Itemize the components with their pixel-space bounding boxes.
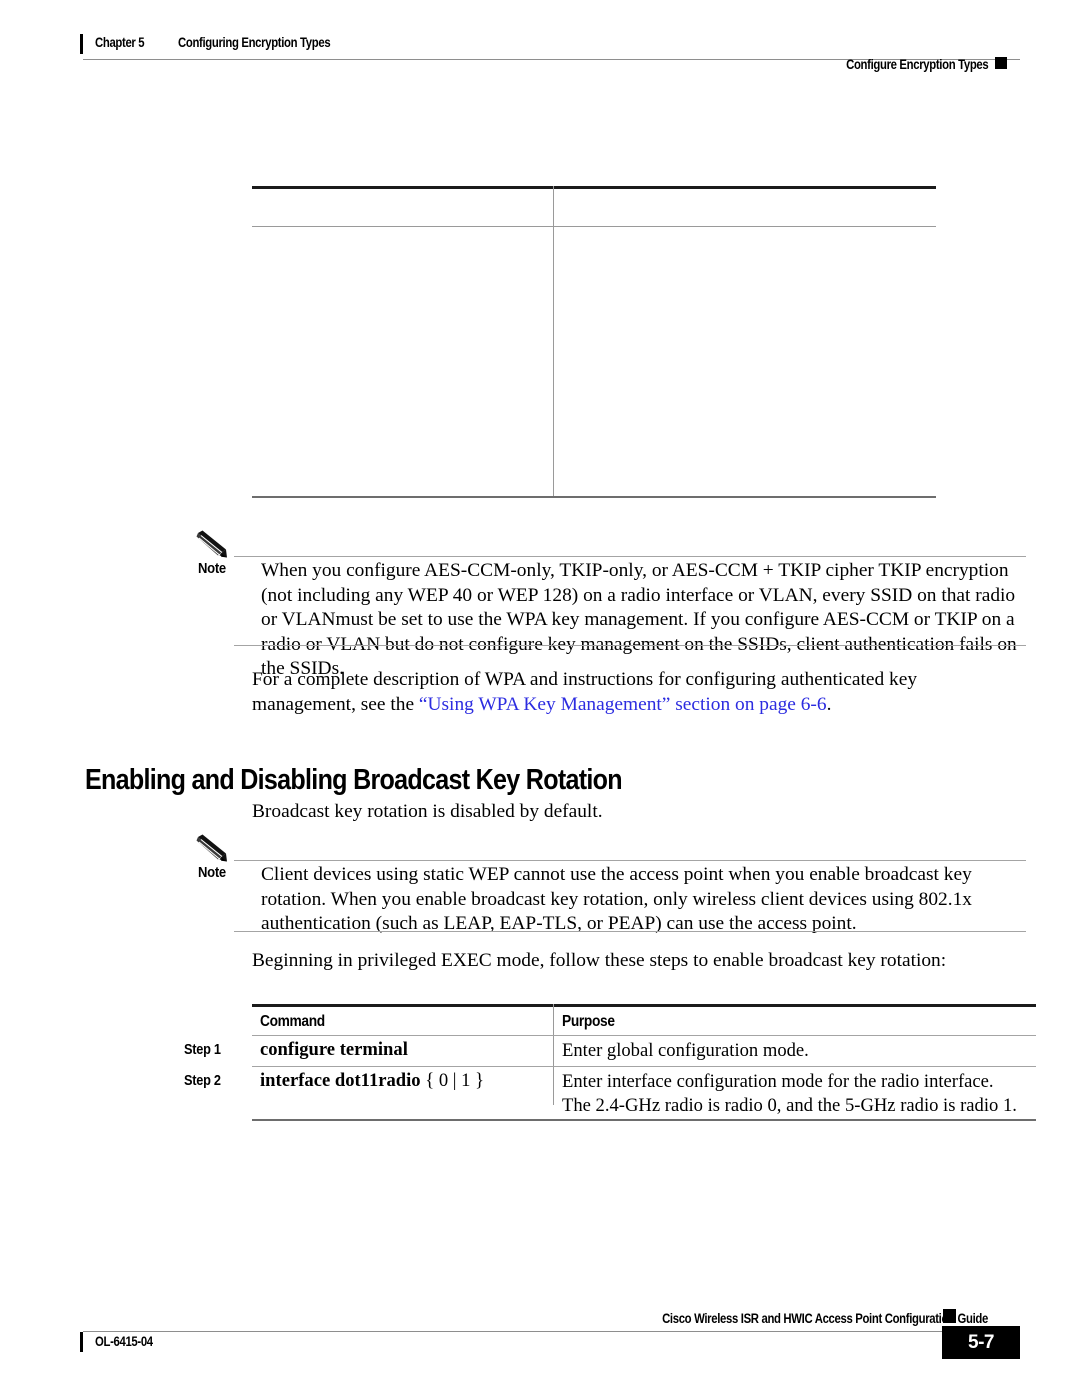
note-top-rule [234, 860, 1026, 861]
note-bottom-rule [234, 645, 1026, 646]
command-text: interface dot11radio [260, 1070, 426, 1091]
note-text: Client devices using static WEP cannot u… [261, 864, 972, 935]
header-left-tick [80, 34, 83, 54]
header-section-title: Configure Encryption Types [845, 57, 989, 72]
steps-table-bottom-rule [252, 1119, 1036, 1121]
page-header: Chapter 5 Configuring Encryption Types C… [0, 0, 1080, 86]
footer-left-tick [80, 1332, 83, 1352]
command-argument: { 0 | 1 } [425, 1070, 485, 1091]
header-chapter-label: Chapter 5 [95, 35, 145, 50]
steps-table-top-rule [252, 1004, 1036, 1007]
steps-table-row-rule [252, 1066, 1036, 1067]
note-top-rule [234, 556, 1026, 557]
broadcast-default-paragraph: Broadcast key rotation is disabled by de… [252, 801, 603, 822]
wpa-reference-paragraph: For a complete description of WPA and in… [252, 668, 1022, 717]
steps-table-row-step-label: Step 2 [184, 1073, 221, 1089]
steps-table-row-purpose: Enter global configuration mode. [562, 1040, 809, 1061]
steps-table-header-rule [252, 1035, 1036, 1036]
note-bottom-rule [234, 931, 1026, 932]
footer-guide-title: Cisco Wireless ISR and HWIC Access Point… [662, 1311, 988, 1326]
note-block-wpa-key-management: Note When you configure AES-CCM-only, TK… [196, 530, 1036, 679]
steps-table-row-step-label: Step 1 [184, 1042, 221, 1058]
table-header-rule [252, 226, 936, 227]
pencil-icon [196, 834, 227, 862]
footer-square-bullet-icon [943, 1309, 956, 1323]
steps-intro-paragraph: Beginning in privileged EXEC mode, follo… [252, 950, 947, 971]
cipher-suite-table [252, 186, 936, 498]
footer-rule [83, 1331, 960, 1332]
note-label: Note [198, 865, 226, 881]
table-column-divider [553, 186, 554, 498]
table-bottom-rule [252, 496, 936, 498]
header-chapter-title: Configuring Encryption Types [178, 35, 331, 50]
wpa-reference-tail: . [826, 693, 832, 715]
steps-table-row-purpose: Enter interface configuration mode for t… [562, 1071, 1017, 1116]
steps-table-row-command: interface dot11radio { 0 | 1 } [260, 1070, 484, 1092]
pencil-icon [196, 530, 227, 558]
note-text: When you configure AES-CCM-only, TKIP-on… [261, 560, 1017, 680]
table-top-rule [252, 186, 936, 189]
header-square-bullet-icon [995, 57, 1007, 69]
steps-table-header-command: Command [260, 1013, 325, 1030]
footer-document-id: OL-6415-04 [95, 1334, 153, 1349]
command-text: configure terminal [260, 1039, 408, 1060]
note-block-static-wep: Note Client devices using static WEP can… [196, 834, 1036, 934]
section-heading: Enabling and Disabling Broadcast Key Rot… [85, 764, 623, 797]
steps-table-header-purpose: Purpose [562, 1013, 615, 1030]
steps-table-column-divider [553, 1004, 554, 1105]
note-label: Note [198, 561, 226, 577]
wpa-key-management-link[interactable]: “Using WPA Key Management” section on pa… [419, 694, 827, 715]
footer-page-number: 5-7 [968, 1332, 994, 1353]
steps-table-row-command: configure terminal [260, 1039, 408, 1061]
